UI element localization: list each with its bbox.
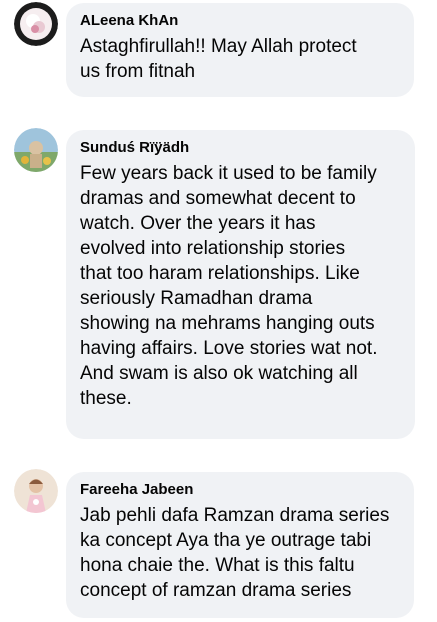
profile-photo-icon: [14, 469, 58, 513]
comment-text: Astaghfirullah!! May Allah protect us fr…: [80, 36, 357, 82]
profile-photo-icon: [14, 128, 58, 172]
profile-photo-icon: [14, 2, 58, 46]
comment-bubble: Fareeha Jabeen Jab pehli dafa Ramzan dra…: [66, 472, 414, 618]
comment-text: Jab pehli dafa Ramzan drama series ka co…: [80, 505, 390, 601]
comment-author[interactable]: ALeena KhAn: [80, 11, 400, 30]
comment-author[interactable]: Sunduś Rïÿädh: [80, 138, 401, 157]
avatar[interactable]: [14, 469, 58, 513]
comment-bubble: ALeena KhAn Astaghfirullah!! May Allah p…: [66, 3, 414, 97]
comment-bubble: Sunduś Rïÿädh Few years back it used to …: [66, 130, 415, 439]
avatar[interactable]: [14, 128, 58, 172]
comment-author[interactable]: Fareeha Jabeen: [80, 480, 400, 499]
avatar[interactable]: [14, 2, 58, 46]
comment-text: Few years back it used to be family dram…: [80, 163, 378, 409]
